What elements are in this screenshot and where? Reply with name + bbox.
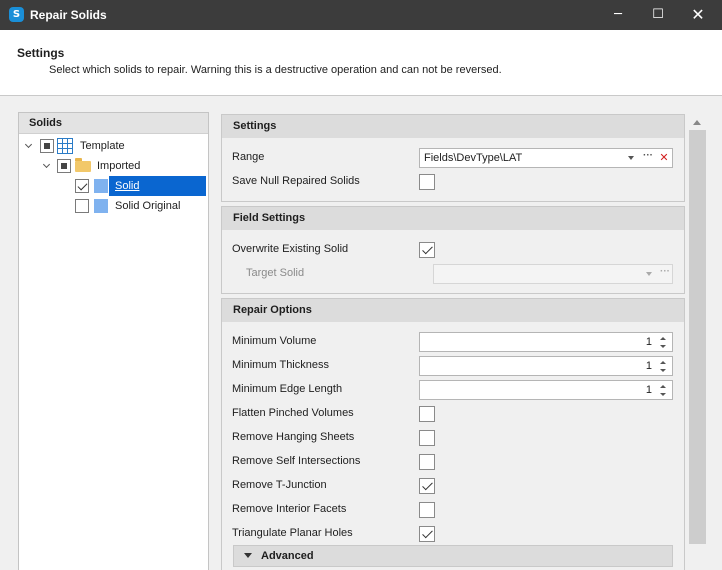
min-thickness-row: Minimum Thickness 1	[222, 354, 684, 378]
min-volume-label: Minimum Volume	[232, 335, 317, 347]
tree-checkbox-template[interactable]	[40, 139, 54, 153]
page-title: Settings	[17, 46, 65, 60]
property-grid: Settings Range Fields\DevType\LAT ··· ✕ …	[221, 112, 709, 570]
save-null-checkbox[interactable]	[419, 174, 435, 190]
spin-up-icon[interactable]	[659, 383, 668, 391]
spin-up-icon[interactable]	[659, 359, 668, 367]
tree-item-solid[interactable]: Solid	[19, 176, 208, 196]
remove-interior-facets-row: Remove Interior Facets	[222, 498, 684, 522]
chevron-down-icon[interactable]	[645, 268, 655, 280]
overwrite-checkbox[interactable]	[419, 242, 435, 258]
solid-icon	[94, 179, 108, 193]
min-edge-label: Minimum Edge Length	[232, 383, 343, 395]
remove-self-intersections-checkbox[interactable]	[419, 454, 435, 470]
repair-options-group: Repair Options Minimum Volume 1 Minimum …	[221, 298, 685, 570]
scroll-up-icon[interactable]	[693, 120, 701, 125]
tree-checkbox-solid-original[interactable]	[75, 199, 89, 213]
min-thickness-label: Minimum Thickness	[232, 359, 329, 371]
spin-down-icon[interactable]	[659, 367, 668, 375]
target-solid-label: Target Solid	[246, 267, 305, 279]
folder-icon	[75, 158, 91, 172]
min-volume-row: Minimum Volume 1	[222, 330, 684, 354]
chevron-down-icon[interactable]	[244, 553, 252, 558]
tree-item-label: Solid Original	[115, 200, 181, 212]
flatten-pinched-row: Flatten Pinched Volumes	[222, 402, 684, 426]
save-null-label: Save Null Repaired Solids	[232, 175, 360, 187]
min-volume-stepper[interactable]: 1	[419, 332, 673, 352]
tree-item-imported[interactable]: Imported	[19, 156, 208, 176]
ellipsis-icon[interactable]: ···	[642, 150, 654, 164]
spin-down-icon[interactable]	[659, 343, 668, 351]
min-edge-row: Minimum Edge Length 1	[222, 378, 684, 402]
triangulate-planar-holes-checkbox[interactable]	[419, 526, 435, 542]
target-solid-row: Target Solid ···	[222, 262, 684, 286]
ellipsis-icon[interactable]: ···	[659, 266, 671, 280]
field-settings-group: Field Settings Overwrite Existing Solid …	[221, 206, 685, 294]
page-description: Select which solids to repair. Warning t…	[49, 64, 502, 76]
min-volume-value: 1	[645, 336, 652, 348]
flatten-pinched-label: Flatten Pinched Volumes	[232, 407, 354, 419]
remove-self-intersections-label: Remove Self Intersections	[232, 455, 361, 467]
overwrite-label: Overwrite Existing Solid	[232, 243, 349, 255]
flatten-pinched-checkbox[interactable]	[419, 406, 435, 422]
tree-item-label: Solid	[109, 176, 206, 196]
group-header-repair-options[interactable]: Repair Options	[222, 299, 684, 322]
table-icon	[57, 138, 73, 154]
overwrite-row: Overwrite Existing Solid	[222, 238, 684, 262]
vertical-scrollbar[interactable]	[687, 112, 709, 570]
spin-up-icon[interactable]	[659, 335, 668, 343]
app-logo-icon: S	[9, 7, 24, 22]
scrollbar-thumb[interactable]	[689, 130, 706, 544]
close-button[interactable]: ✕	[678, 0, 718, 30]
triangulate-planar-holes-row: Triangulate Planar Holes	[222, 522, 684, 546]
remove-hanging-row: Remove Hanging Sheets	[222, 426, 684, 450]
save-null-row: Save Null Repaired Solids	[222, 170, 684, 194]
group-header-field-settings[interactable]: Field Settings	[222, 207, 684, 230]
spin-down-icon[interactable]	[659, 391, 668, 399]
target-solid-combo[interactable]: ···	[433, 264, 673, 284]
tree-item-solid-original[interactable]: Solid Original	[19, 196, 208, 216]
tree-checkbox-solid[interactable]	[75, 179, 89, 193]
clear-icon[interactable]: ✕	[658, 150, 670, 164]
tree-checkbox-imported[interactable]	[57, 159, 71, 173]
chevron-down-icon[interactable]	[25, 142, 33, 150]
solids-tree-panel: Solids Template Imported Solid Solid Ori…	[18, 112, 209, 570]
chevron-down-icon[interactable]	[43, 162, 51, 170]
advanced-label: Advanced	[261, 550, 314, 562]
min-thickness-value: 1	[645, 360, 652, 372]
maximize-button[interactable]: ☐	[638, 0, 678, 30]
advanced-group-header[interactable]: Advanced	[233, 545, 673, 567]
min-edge-value: 1	[645, 384, 652, 396]
minimize-button[interactable]: ─	[598, 0, 638, 30]
remove-t-junction-checkbox[interactable]	[419, 478, 435, 494]
chevron-down-icon[interactable]	[627, 152, 637, 164]
group-header-settings[interactable]: Settings	[222, 115, 684, 138]
remove-hanging-checkbox[interactable]	[419, 430, 435, 446]
min-edge-stepper[interactable]: 1	[419, 380, 673, 400]
remove-self-intersections-row: Remove Self Intersections	[222, 450, 684, 474]
tree-item-label: Imported	[97, 160, 141, 172]
tree-item-label: Template	[80, 140, 125, 152]
window-title: Repair Solids	[30, 8, 107, 22]
settings-group: Settings Range Fields\DevType\LAT ··· ✕ …	[221, 114, 685, 202]
remove-t-junction-label: Remove T-Junction	[232, 479, 327, 491]
range-combo[interactable]: Fields\DevType\LAT ··· ✕	[419, 148, 673, 168]
tree-header: Solids	[19, 113, 208, 134]
title-bar: S Repair Solids ─ ☐ ✕	[0, 0, 722, 30]
range-label: Range	[232, 151, 265, 163]
remove-interior-facets-checkbox[interactable]	[419, 502, 435, 518]
tree-item-template[interactable]: Template	[19, 136, 208, 156]
triangulate-planar-holes-label: Triangulate Planar Holes	[232, 527, 353, 539]
remove-t-junction-row: Remove T-Junction	[222, 474, 684, 498]
range-row: Range Fields\DevType\LAT ··· ✕	[222, 146, 684, 170]
range-value: Fields\DevType\LAT	[424, 152, 523, 164]
remove-hanging-label: Remove Hanging Sheets	[232, 431, 355, 443]
remove-interior-facets-label: Remove Interior Facets	[232, 503, 347, 515]
dialog-header: Settings Select which solids to repair. …	[0, 30, 722, 96]
min-thickness-stepper[interactable]: 1	[419, 356, 673, 376]
solid-icon	[94, 199, 108, 213]
